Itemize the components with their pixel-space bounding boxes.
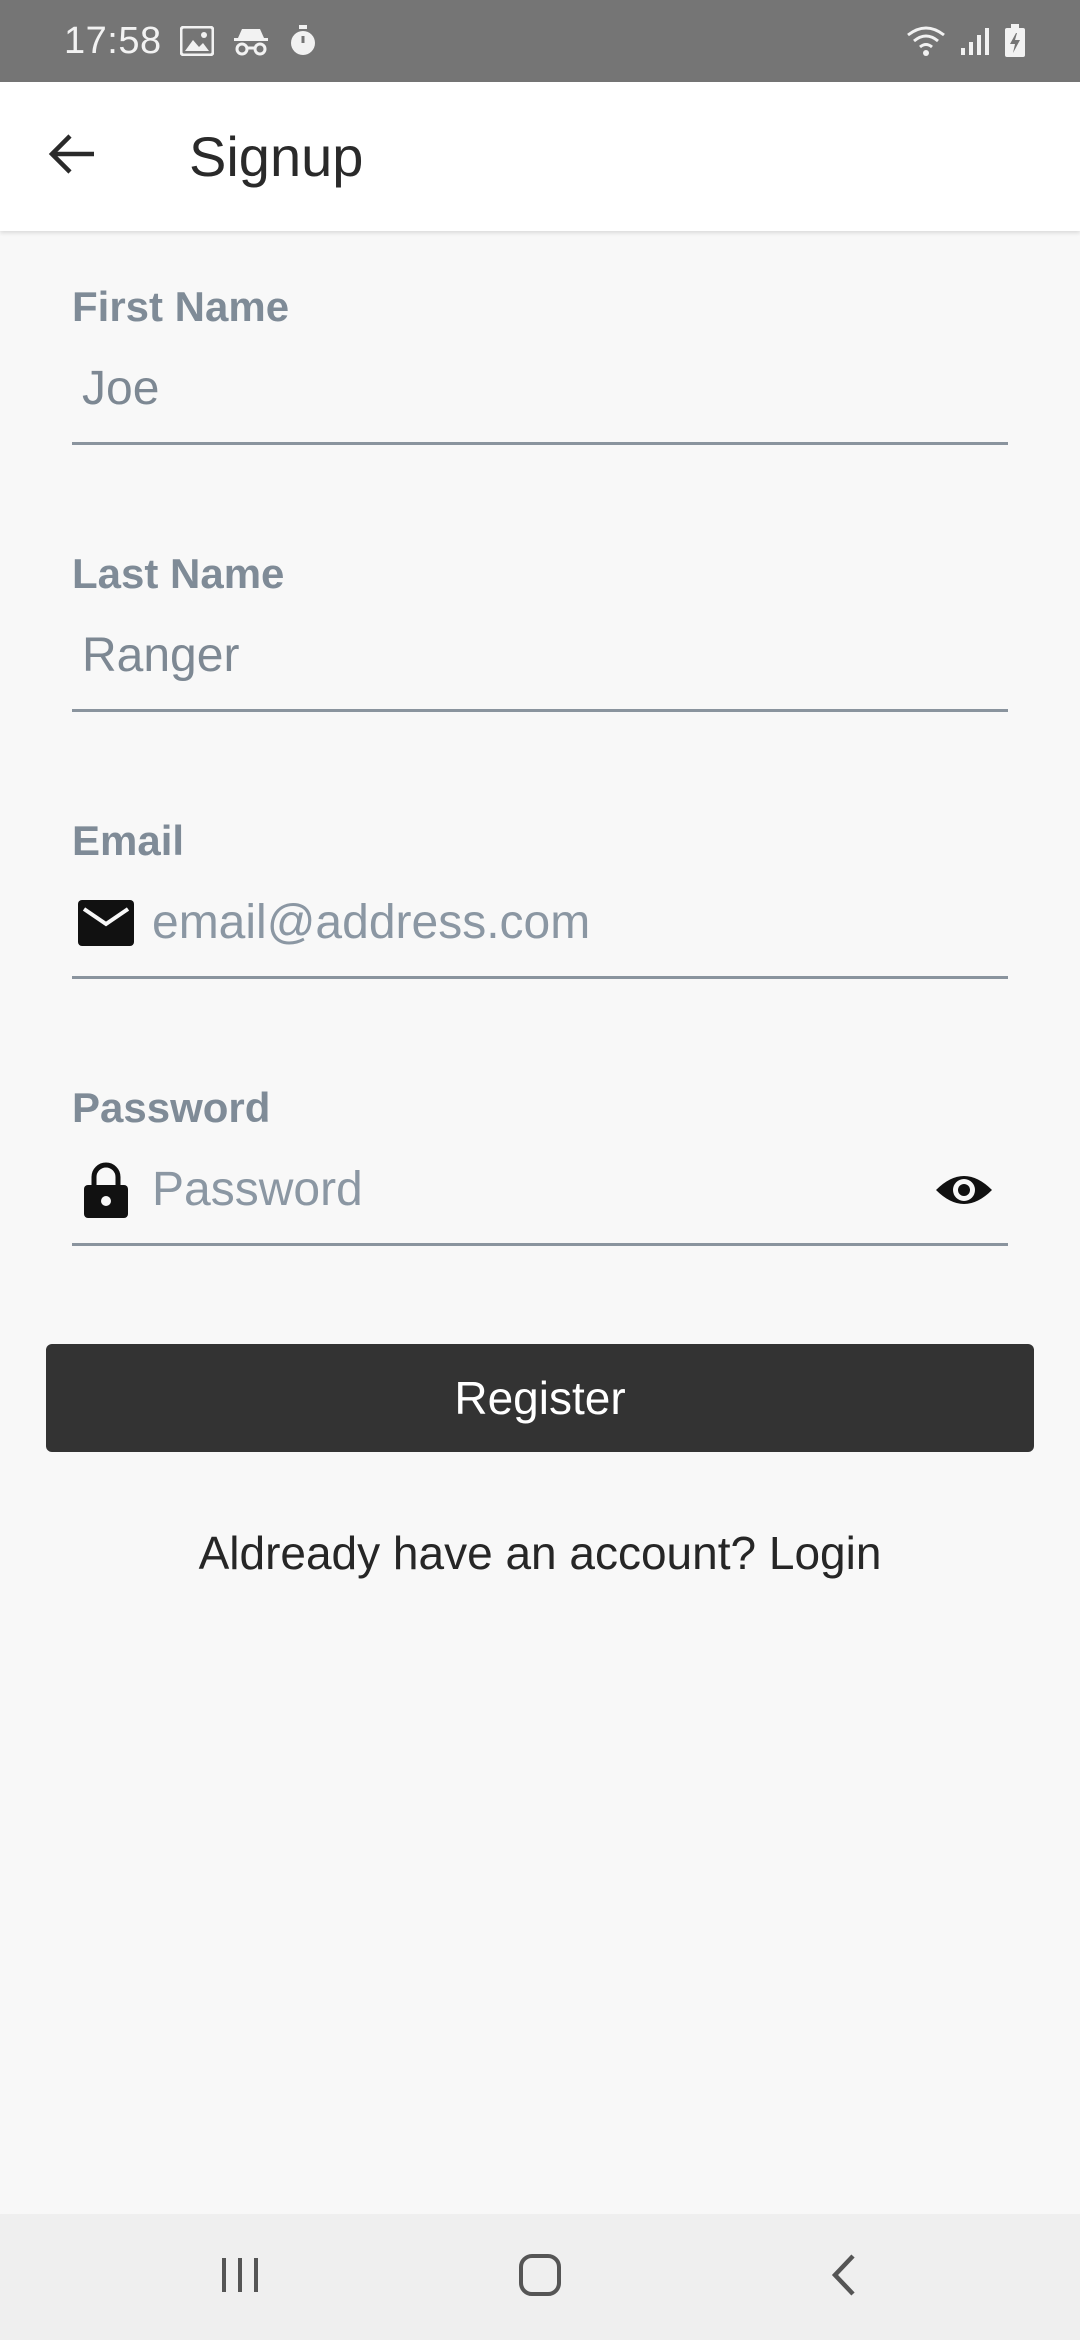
back-button[interactable] — [36, 120, 108, 192]
image-icon — [179, 26, 214, 56]
status-bar: 17:58 — [0, 0, 1080, 82]
page-title: Signup — [189, 125, 364, 188]
mail-icon — [74, 891, 138, 955]
home-icon — [518, 2253, 562, 2302]
status-right — [906, 24, 1026, 58]
email-row — [72, 869, 1008, 979]
recents-icon — [219, 2256, 261, 2299]
home-button[interactable] — [500, 2242, 580, 2312]
wifi-icon — [906, 25, 946, 57]
back-icon — [829, 2253, 859, 2302]
register-button[interactable]: Register — [46, 1344, 1034, 1452]
stopwatch-icon — [288, 25, 318, 57]
nav-back-button[interactable] — [804, 2242, 884, 2312]
password-label: Password — [72, 1084, 271, 1131]
status-time: 17:58 — [64, 19, 162, 62]
first-name-row — [72, 335, 1008, 445]
last-name-label: Last Name — [72, 550, 285, 597]
nav-bar — [0, 2214, 1080, 2340]
status-left: 17:58 — [64, 20, 318, 63]
arrow-back-icon — [48, 132, 96, 181]
password-row — [72, 1136, 1008, 1246]
email-label: Email — [72, 817, 185, 864]
eye-icon[interactable] — [928, 1154, 1000, 1226]
first-name-input[interactable] — [72, 335, 1008, 442]
login-link[interactable]: Aldready have an account? Login — [0, 1526, 1080, 1580]
battery-charging-icon — [1004, 24, 1026, 58]
last-name-input[interactable] — [72, 602, 1008, 709]
app-bar: Signup — [0, 82, 1080, 231]
password-input[interactable] — [152, 1136, 928, 1243]
lock-icon — [74, 1158, 138, 1222]
first-name-label: First Name — [72, 283, 290, 330]
signal-icon — [960, 26, 990, 56]
email-input[interactable] — [152, 869, 1008, 976]
recents-button[interactable] — [200, 2242, 280, 2312]
incognito-icon — [232, 26, 270, 56]
last-name-row — [72, 602, 1008, 712]
